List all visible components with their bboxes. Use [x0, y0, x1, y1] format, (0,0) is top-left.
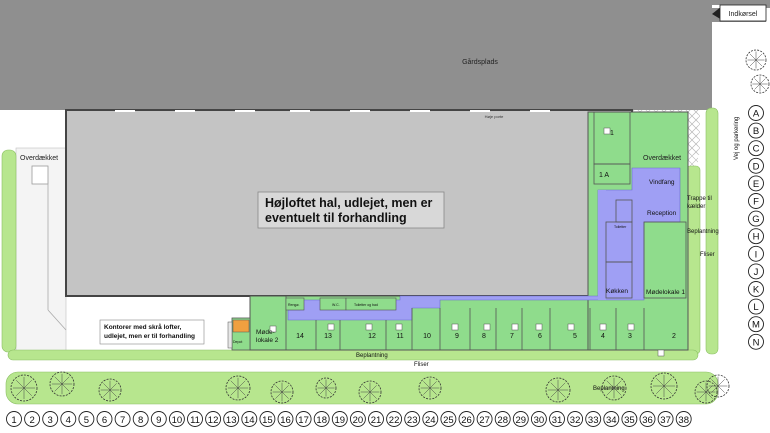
room-3: 3: [628, 333, 632, 340]
grid-row-label: K: [753, 285, 760, 296]
grid-column-label: 22: [389, 415, 400, 426]
grid-column-label: 19: [335, 415, 346, 426]
planting-bottom-label: Beplantning: [356, 353, 388, 359]
grid-column-label: 11: [190, 415, 200, 426]
room-2: 2: [672, 333, 676, 340]
grid-row-label: H: [753, 232, 760, 243]
room-12: 12: [368, 333, 376, 340]
grid-column-label: 24: [425, 415, 436, 426]
room-11: 11: [396, 333, 403, 340]
room-5: 5: [573, 333, 577, 340]
grid-column-label: 26: [461, 415, 472, 426]
room-4: 4: [601, 333, 605, 340]
vindfang-label: Vindfang: [649, 179, 675, 186]
hall-label-line1: Højloftet hal, udlejet, men er: [265, 196, 433, 210]
meeting-room-2-label-1: Møde-: [256, 329, 275, 336]
grid-row-label: A: [753, 109, 760, 120]
cleaning-label: Rengø.: [288, 303, 300, 307]
grid-column-label: 4: [66, 415, 71, 426]
grid-column-label: 23: [407, 415, 418, 426]
room-10: 10: [423, 333, 431, 340]
grid-row-label: F: [753, 197, 759, 208]
grid-column-label: 10: [172, 415, 183, 426]
grid-column-label: 14: [244, 415, 255, 426]
grid-column-label: 1: [11, 415, 16, 426]
depot-label: Depot: [233, 340, 242, 344]
toilet-label: Toiletter: [614, 225, 627, 229]
meeting-room-2-label-2: lokale 2: [256, 337, 279, 344]
stairs-label-1: Trappe til: [687, 196, 712, 202]
grid-column-label: 2: [29, 415, 34, 426]
grid-column-label: 37: [660, 415, 671, 426]
room-14: 14: [296, 333, 304, 340]
grass-bottom-1: [7, 349, 699, 361]
grid-row-label: D: [753, 161, 760, 172]
grid-column-label: 35: [624, 415, 635, 426]
room-7: 7: [510, 333, 514, 340]
room-13: 13: [324, 333, 332, 340]
entrance-sign: Indkørsel: [712, 4, 767, 22]
grid-column-label: 8: [138, 415, 143, 426]
courtyard-label: Gårdsplads: [462, 58, 498, 66]
grid-row-label: L: [753, 302, 758, 313]
grid-row-label: C: [753, 144, 760, 155]
office-label-line1: Kontorer med skrå lofter,: [104, 323, 181, 331]
hall-label-line2: eventuelt til forhandling: [265, 211, 407, 225]
grid-column-label: 29: [516, 415, 527, 426]
grid-column-label: 13: [226, 415, 237, 426]
road-label: Vej og parkering: [734, 117, 740, 160]
tiles-bottom-label: Fliser: [414, 362, 429, 368]
grid-row-label: B: [753, 126, 759, 137]
gate-label: Høje porte: [485, 114, 504, 119]
stairs-label-2: kælder: [687, 204, 705, 210]
grid-column-label: 20: [353, 415, 364, 426]
grid-row-label: E: [753, 179, 759, 190]
grid-row-label: J: [754, 267, 759, 278]
room-6: 6: [538, 333, 542, 340]
grid-column-label: 3: [48, 415, 53, 426]
grid-column-label: 31: [552, 415, 563, 426]
grid-row-label: G: [752, 214, 759, 225]
grid-column-label: 27: [479, 415, 490, 426]
planting-lower-label: Beplantning: [593, 386, 625, 392]
room-1: 1: [610, 130, 614, 137]
planting-right-label: Beplantning: [687, 229, 719, 235]
grid-row-label: I: [755, 249, 758, 260]
grid-column-label: 7: [120, 415, 125, 426]
kitchen-label: Køkken: [606, 288, 628, 295]
grid-column-label: 36: [642, 415, 653, 426]
covered-left-label: Overdækket: [20, 155, 58, 162]
grid-row-label: N: [753, 337, 760, 348]
grid-column-label: 25: [443, 415, 454, 426]
grid-column-label: 17: [298, 415, 309, 426]
grid-column-label: 38: [678, 415, 689, 426]
tiles-right-label: Fliser: [700, 252, 715, 258]
grid-column-label: 30: [534, 415, 545, 426]
grid-column-label: 18: [316, 415, 327, 426]
grid-column-label: 33: [588, 415, 599, 426]
entrance-label: Indkørsel: [729, 11, 758, 18]
grid-column-label: 34: [606, 415, 617, 426]
grid-column-label: 16: [280, 415, 291, 426]
grid-row-label: M: [752, 320, 760, 331]
office-label-line2: udlejet, men er til forhandling: [104, 333, 195, 340]
grid-column-label: 21: [371, 415, 382, 426]
room-9: 9: [455, 333, 459, 340]
toilet-bath-label: Toiletter og bad: [354, 303, 378, 307]
grid-column-label: 28: [497, 415, 508, 426]
wc-label: W.C.: [332, 303, 340, 307]
room-1a: 1 A: [599, 172, 609, 179]
grid-column-label: 6: [102, 415, 107, 426]
room-8: 8: [482, 333, 486, 340]
reception-label: Reception: [647, 210, 677, 217]
grid-column-label: 12: [208, 415, 219, 426]
grid-column-label: 15: [262, 415, 273, 426]
grid-column-label: 32: [570, 415, 581, 426]
floor-plan: Indkørsel Gårdsplads Høje porte Overdækk…: [0, 0, 770, 433]
meeting-room-1-label: Mødelokale 1: [646, 289, 685, 296]
grid-column-label: 5: [84, 415, 89, 426]
covered-right-label: Overdækket: [643, 155, 681, 162]
grid-column-label: 9: [156, 415, 161, 426]
grass-left: [1, 149, 17, 353]
